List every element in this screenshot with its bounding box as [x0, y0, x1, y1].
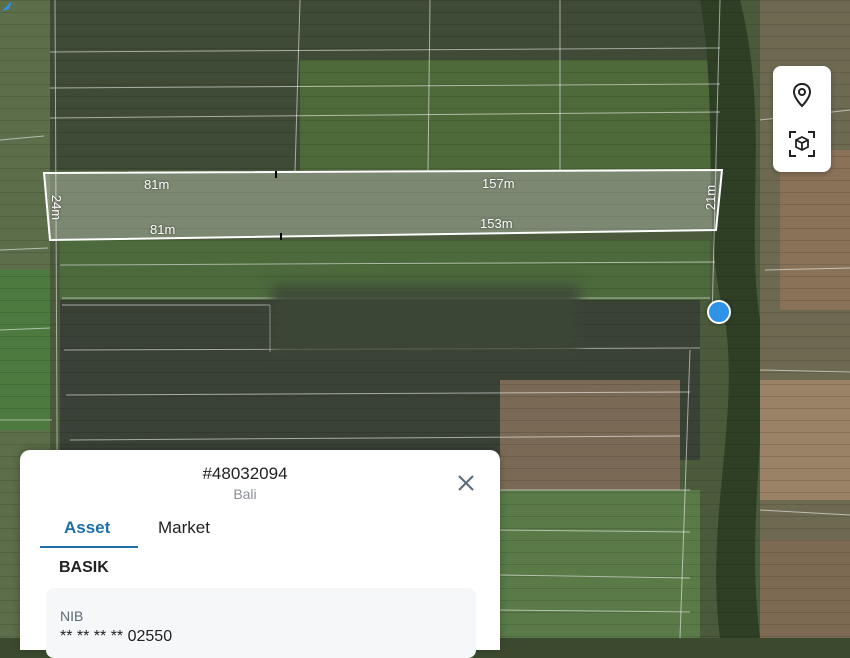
dimension-label-left-side: 24m — [49, 194, 65, 221]
parcel-id: #48032094 — [202, 464, 288, 483]
dimension-label-bottom-left: 81m — [150, 222, 176, 237]
active-tab-indicator — [40, 546, 138, 548]
parcel-region: Bali — [233, 486, 257, 502]
nib-field-card: NIB ** ** ** ** 02550 — [46, 588, 476, 658]
3d-cube-icon — [789, 131, 815, 157]
close-button[interactable] — [455, 472, 477, 494]
tab-asset[interactable]: Asset — [64, 518, 110, 538]
close-icon — [458, 475, 474, 491]
3d-view-button[interactable] — [782, 124, 822, 164]
nib-value: ** ** ** ** 02550 — [60, 628, 173, 645]
dimension-label-top-right: 157m — [482, 176, 515, 191]
dimension-label-top-left: 81m — [144, 177, 170, 192]
section-title: BASIK — [59, 559, 109, 576]
nib-label: NIB — [60, 608, 84, 624]
parcel-info-panel: #48032094 Bali Asset Market BASIK NIB **… — [20, 450, 500, 658]
dimension-label-right-side: 21m — [703, 184, 719, 211]
tab-market[interactable]: Market — [158, 518, 210, 538]
dimension-label-bottom-right: 153m — [480, 216, 513, 231]
map-controls — [773, 66, 831, 172]
locate-button[interactable] — [782, 75, 822, 115]
redacted-area — [272, 285, 580, 355]
map-pin-icon — [792, 82, 812, 108]
current-location-dot — [707, 300, 731, 324]
heading-arrow-icon — [2, 1, 12, 11]
